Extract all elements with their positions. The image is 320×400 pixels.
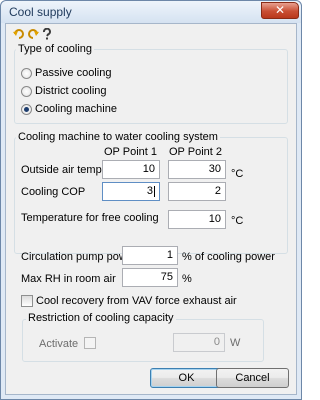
restriction-label: Restriction of cooling capacity [26, 312, 176, 324]
close-button[interactable]: ✕ [261, 2, 299, 19]
cooling-cop-p1-input[interactable]: 3 [102, 182, 160, 201]
circulation-pump-input[interactable]: 1 [122, 246, 178, 265]
circulation-pump-label: Circulation pump power [21, 251, 137, 263]
max-rh-unit: % [182, 273, 192, 285]
cooling-cop-p1-value: 3 [146, 185, 153, 197]
district-cooling-label[interactable]: District cooling [35, 85, 107, 97]
outside-air-temp-p1-input[interactable]: 10 [102, 160, 160, 179]
max-rh-input[interactable]: 75 [122, 268, 178, 287]
cooling-machine-label[interactable]: Cooling machine [35, 103, 117, 115]
restriction-unit: W [230, 337, 241, 349]
free-cooling-input[interactable]: 10 [168, 210, 226, 229]
outside-air-temp-p2-input[interactable]: 30 [168, 160, 226, 179]
free-cooling-unit: °C [231, 215, 244, 227]
restriction-value-input[interactable]: 0 [173, 333, 225, 352]
passive-cooling-label[interactable]: Passive cooling [35, 67, 111, 79]
free-cooling-label: Temperature for free cooling [21, 212, 159, 224]
window-title: Cool supply [9, 5, 72, 19]
ok-button[interactable]: OK [150, 368, 223, 388]
undo-icon[interactable] [13, 28, 25, 40]
cooling-cop-p2-input[interactable]: 2 [168, 182, 226, 201]
cooling-cop-label: Cooling COP [21, 186, 86, 198]
passive-cooling-radio[interactable] [21, 68, 32, 79]
text-caret [154, 185, 155, 197]
max-rh-label: Max RH in room air [21, 273, 116, 285]
dialog-client: Type of cooling Passive cooling District… [5, 23, 297, 395]
cooling-machine-radio[interactable] [21, 104, 32, 115]
op-point-1-header: OP Point 1 [104, 146, 157, 158]
cool-recovery-label[interactable]: Cool recovery from VAV force exhaust air [36, 295, 237, 307]
cooling-machine-group-label: Cooling machine to water cooling system [16, 131, 220, 143]
circulation-pump-unit: % of cooling power [182, 251, 275, 263]
cancel-button[interactable]: Cancel [216, 368, 289, 388]
dialog-window: Cool supply ✕ Type of cooling Passive co… [0, 0, 302, 400]
help-icon[interactable] [41, 28, 53, 40]
title-bar[interactable]: Cool supply ✕ [1, 1, 301, 23]
redo-icon[interactable] [27, 28, 39, 40]
type-of-cooling-label: Type of cooling [16, 43, 94, 55]
district-cooling-radio[interactable] [21, 86, 32, 97]
activate-checkbox[interactable] [84, 337, 96, 349]
cool-recovery-checkbox[interactable] [21, 295, 33, 307]
activate-label: Activate [39, 338, 79, 350]
op-point-2-header: OP Point 2 [169, 146, 222, 158]
outside-air-temp-label: Outside air temp [21, 164, 102, 176]
outside-air-temp-unit: °C [231, 168, 244, 180]
